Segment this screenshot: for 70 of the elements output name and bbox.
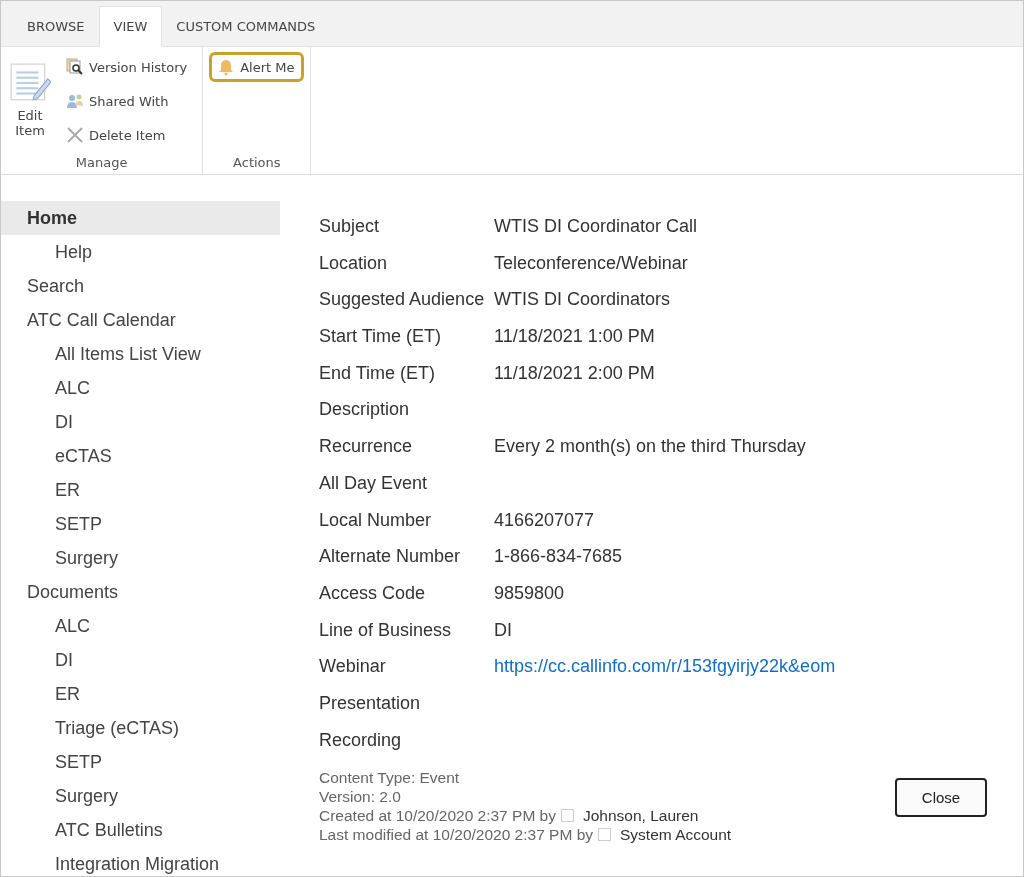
field-label: End Time (ET) <box>319 362 437 384</box>
bell-icon <box>217 58 236 76</box>
version-history-icon <box>66 58 84 76</box>
created-text: Created at 10/20/2020 2:37 PM by <box>319 806 556 826</box>
nav-item[interactable]: Search <box>1 269 280 303</box>
ribbon-button[interactable]: Version History <box>59 52 197 82</box>
field-label: Recurrence <box>319 436 414 458</box>
field-label: Suggested Audience <box>319 289 486 311</box>
field-label: Access Code <box>319 582 427 604</box>
user-picture-icon <box>560 809 574 823</box>
group-label: Manage <box>74 155 129 170</box>
ribbon-button[interactable]: Delete Item <box>59 120 197 150</box>
nav-item[interactable]: Integration Migration <box>1 847 280 876</box>
nav-item[interactable]: Triage (eCTAS) <box>1 711 280 745</box>
nav-item[interactable]: ALC <box>1 609 280 643</box>
user-picture-icon <box>598 828 611 842</box>
ribbon-tab[interactable]: CUSTOM COMMANDS <box>162 6 330 46</box>
edit-document-icon <box>9 62 51 104</box>
field-label: Presentation <box>319 692 422 714</box>
nav-item[interactable]: ALC <box>1 371 280 405</box>
nav-item[interactable]: ER <box>1 473 280 507</box>
field-label: Start Time (ET) <box>319 326 442 348</box>
field-value: Teleconference/Webinar <box>494 252 689 274</box>
field-label: Line of Business <box>319 619 453 641</box>
nav-item[interactable]: SETP <box>1 745 280 779</box>
user-name: System Account <box>620 825 732 845</box>
field-value: WTIS DI Coordinators <box>494 289 672 311</box>
nav-item[interactable]: DI <box>1 643 280 677</box>
ribbon-tab[interactable]: BROWSE <box>13 6 99 46</box>
field-value: 4166207077 <box>494 509 596 531</box>
field-label: Recording <box>319 729 403 751</box>
close-button[interactable]: Close <box>895 778 987 818</box>
field-label: Location <box>319 252 389 274</box>
edit-item-button[interactable]: Edit Item <box>7 52 53 155</box>
field-value: Every 2 month(s) on the third Thursday <box>494 436 807 458</box>
field-label: Alternate Number <box>319 546 462 568</box>
user-name: Johnson, Lauren <box>582 806 699 826</box>
nav-item[interactable]: Help <box>1 235 280 269</box>
modified-text: Last modified at 10/20/2020 2:37 PM by <box>319 825 593 845</box>
webinar-link[interactable]: https://cc.callinfo.com/r/153fgyirjy22k&eom <box>494 656 1023 678</box>
ribbon-tab[interactable]: VIEW <box>98 6 163 47</box>
content-type-text: Content Type: Event <box>319 768 461 788</box>
field-value: 11/18/2021 2:00 PM <box>494 362 656 384</box>
nav-item[interactable]: eCTAS <box>1 439 280 473</box>
field-label: Local Number <box>319 509 433 531</box>
nav-item[interactable]: Documents <box>1 575 280 609</box>
ribbon-button[interactable]: Shared With <box>59 86 197 116</box>
nav-item[interactable]: ATC Call Calendar <box>1 303 280 337</box>
nav-item[interactable]: Surgery <box>1 779 280 813</box>
field-value: DI <box>494 619 513 641</box>
version-text: Version: 2.0 <box>319 787 402 807</box>
ribbon-button[interactable]: Alert Me <box>209 52 305 82</box>
field-label: Description <box>319 399 411 421</box>
people-icon <box>66 92 84 110</box>
nav-item[interactable]: DI <box>1 405 280 439</box>
nav-item[interactable]: SETP <box>1 507 280 541</box>
delete-icon <box>66 126 84 144</box>
field-value: 11/18/2021 1:00 PM <box>494 326 656 348</box>
field-value: 9859800 <box>494 582 566 604</box>
nav-item[interactable]: All Items List View <box>1 337 280 371</box>
nav-item[interactable]: ER <box>1 677 280 711</box>
field-label: Webinar <box>319 656 387 678</box>
field-value: 1-866-834-7685 <box>494 546 624 568</box>
nav-item[interactable]: ATC Bulletins <box>1 813 280 847</box>
field-value: WTIS DI Coordinator Call <box>494 216 699 237</box>
field-label: Subject <box>319 216 381 237</box>
nav-item[interactable]: Home <box>1 201 280 235</box>
group-label: Actions <box>232 155 282 170</box>
field-label: All Day Event <box>319 472 429 494</box>
nav-item[interactable]: Surgery <box>1 541 280 575</box>
